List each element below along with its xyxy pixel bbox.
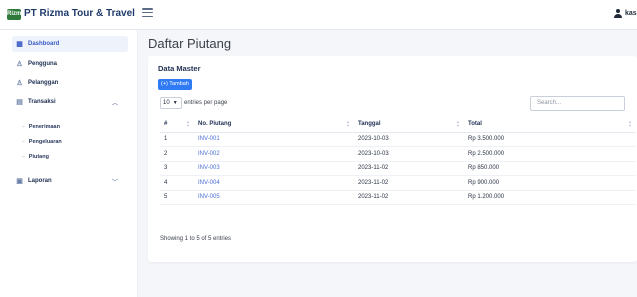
sidebar-subitem-piutang[interactable]: – Piutang: [22, 151, 49, 163]
sort-icon: ▲ ▼: [628, 119, 632, 128]
sort-icon: ▲ ▼: [186, 119, 190, 128]
cell-tanggal: 2023-11-02: [354, 190, 464, 205]
column-header-tanggal[interactable]: Tanggal ▲ ▼: [354, 116, 464, 133]
table-row: 3 INV-003 2023-11-02 Rp 850.000: [160, 161, 636, 176]
dash-icon: –: [22, 124, 25, 130]
cell-tanggal: 2023-10-03: [354, 146, 464, 162]
sidebar-subitem-pengeluaran[interactable]: – Pengeluaran: [22, 136, 62, 148]
user-icon: ♙: [16, 60, 23, 68]
sidebar-item-laporan[interactable]: ▣ Laporan ﹀: [12, 173, 128, 189]
sidebar-item-pengguna[interactable]: ♙ Pengguna: [12, 56, 128, 72]
add-button[interactable]: (+) Tambah: [158, 79, 192, 90]
entries-label: entries per page: [184, 100, 228, 106]
page-title: Daftar Piutang: [148, 36, 232, 51]
cell-tanggal: 2023-11-02: [354, 175, 464, 191]
cell-tanggal: 2023-10-03: [354, 132, 464, 147]
cell-number: 4: [160, 175, 194, 191]
cell-no-piutang-link[interactable]: INV-003: [194, 161, 354, 176]
cell-no-piutang-link[interactable]: INV-004: [194, 175, 354, 191]
chevron-down-icon: ﹀: [111, 179, 118, 186]
column-header-number[interactable]: # ▲ ▼: [160, 116, 194, 133]
table-info: Showing 1 to 5 of 5 entries: [160, 236, 232, 242]
table-row: 2 INV-002 2023-10-03 Rp 2.500.000: [160, 146, 636, 162]
table-row: 4 INV-004 2023-11-02 Rp 900.000: [160, 175, 636, 191]
cell-number: 2: [160, 146, 194, 162]
sort-icon: ▲ ▼: [346, 119, 350, 128]
table-row: 1 INV-001 2023-10-03 Rp 3.500.000: [160, 132, 636, 147]
entries-per-page-select[interactable]: 10 ▼: [160, 97, 182, 109]
search-input[interactable]: Search...: [530, 96, 625, 111]
table-icon: ▤: [16, 98, 23, 106]
sidebar-item-transaksi[interactable]: ▤ Transaksi ︿: [12, 94, 128, 110]
logo-text: Rizma: [7, 11, 25, 17]
grid-icon: ▦: [16, 40, 23, 48]
cell-no-piutang-link[interactable]: INV-005: [194, 190, 354, 205]
cell-tanggal: 2023-11-02: [354, 161, 464, 176]
chevron-up-icon: ︿: [111, 100, 118, 107]
sidebar: ▦ Dashboard ♙ Pengguna ♙ Pelanggan ▤ Tra…: [0, 30, 138, 297]
sidebar-item-label: Laporan: [28, 178, 52, 184]
top-navbar: Rizma PT Rizma Tour & Travel kasi: [0, 0, 637, 30]
caret-down-icon: ▼: [172, 100, 178, 106]
cell-no-piutang-link[interactable]: INV-001: [194, 132, 354, 147]
user-icon: ♙: [16, 79, 23, 87]
user-menu[interactable]: kasi: [614, 9, 637, 18]
sidebar-item-label: Pengguna: [28, 61, 58, 67]
dash-icon: –: [22, 139, 25, 145]
column-header-no-piutang[interactable]: No. Piutang ▲ ▼: [194, 116, 354, 133]
sidebar-item-dashboard[interactable]: ▦ Dashboard: [12, 36, 128, 52]
user-name: kasi: [625, 10, 637, 17]
column-header-total[interactable]: Total ▲ ▼: [464, 116, 636, 133]
cell-number: 1: [160, 132, 194, 147]
sidebar-subitem-label: Piutang: [28, 154, 49, 160]
cell-number: 3: [160, 161, 194, 176]
data-card: Data Master (+) Tambah 10 ▼ entries per …: [148, 56, 637, 262]
table-row: 5 INV-005 2023-11-02 Rp 1.200.000: [160, 190, 636, 205]
table-header-row: # ▲ ▼ No. Piutang ▲ ▼ Tanggal ▲ ▼ Total ▲ ▼: [160, 116, 636, 133]
cell-no-piutang-link[interactable]: INV-002: [194, 146, 354, 162]
entries-value: 10: [163, 100, 170, 106]
sidebar-subitem-penerimaan[interactable]: – Penerimaan: [22, 121, 60, 133]
brand-logo[interactable]: Rizma: [7, 9, 25, 20]
menu-toggle-icon[interactable]: [142, 8, 153, 17]
cell-total: Rp 2.500.000: [464, 146, 636, 162]
sidebar-item-pelanggan[interactable]: ♙ Pelanggan: [12, 75, 128, 91]
report-icon: ▣: [16, 177, 23, 185]
sidebar-subitem-label: Pengeluaran: [28, 139, 62, 145]
piutang-table: # ▲ ▼ No. Piutang ▲ ▼ Tanggal ▲ ▼ Total ▲ ▼ 1 IN…: [160, 116, 636, 205]
sidebar-subitem-label: Penerimaan: [28, 124, 60, 130]
cell-total: Rp 3.500.000: [464, 132, 636, 147]
card-title: Data Master: [158, 64, 201, 73]
cell-number: 5: [160, 190, 194, 205]
sort-icon: ▲ ▼: [456, 119, 460, 128]
cell-total: Rp 850.000: [464, 161, 636, 176]
user-icon: [614, 9, 622, 18]
cell-total: Rp 900.000: [464, 175, 636, 191]
brand-name[interactable]: PT Rizma Tour & Travel: [24, 8, 135, 19]
sidebar-item-label: Transaksi: [28, 99, 56, 105]
sidebar-item-label: Pelanggan: [28, 80, 59, 86]
cell-total: Rp 1.200.000: [464, 190, 636, 205]
dash-icon: –: [22, 154, 25, 160]
sidebar-item-label: Dashboard: [28, 41, 60, 47]
